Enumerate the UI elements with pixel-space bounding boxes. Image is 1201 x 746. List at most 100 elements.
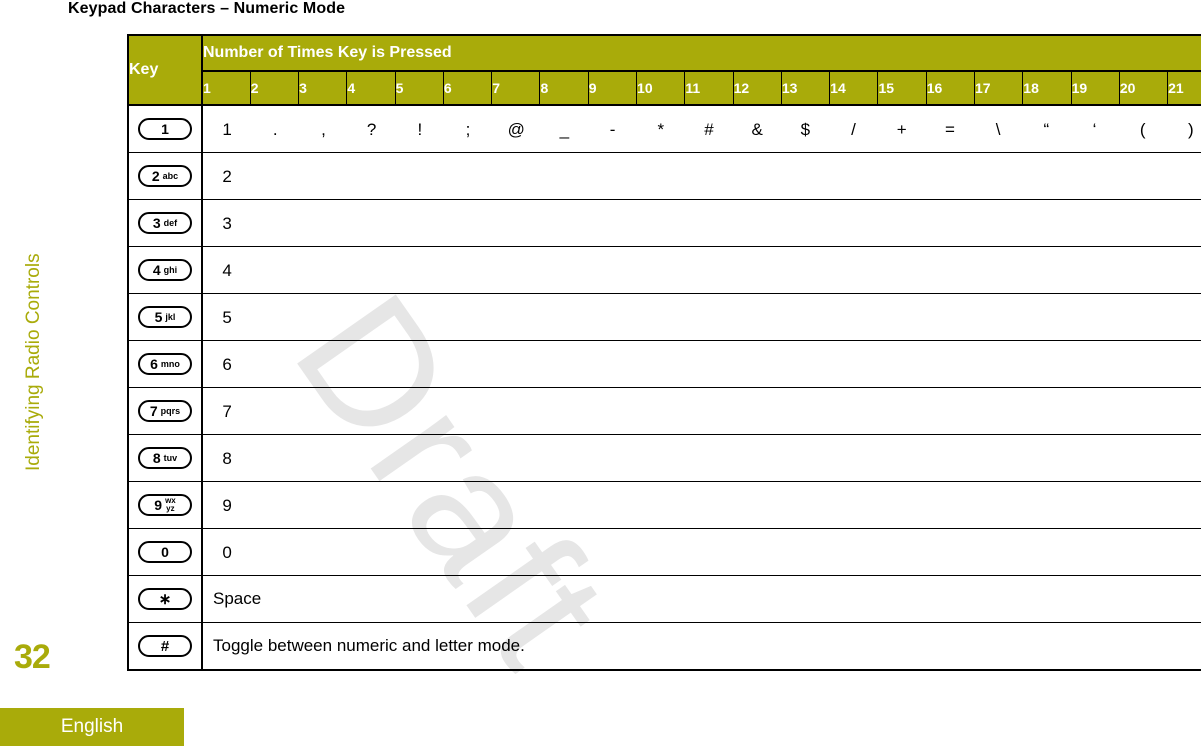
header-press-11: 11: [684, 70, 734, 106]
character-press-11: [685, 403, 733, 420]
key-0-icon: 0: [138, 541, 192, 563]
header-press-19: 19: [1070, 70, 1120, 106]
character-press-10: [637, 403, 685, 420]
header-row-top: Key Number of Times Key is Pressed: [127, 34, 1201, 106]
character-list: 3: [203, 215, 1201, 232]
character-press-10: [637, 215, 685, 232]
key-digit: 7: [149, 403, 158, 419]
character-press-10: [637, 262, 685, 279]
character-press-10: [637, 497, 685, 514]
character-press-6: [444, 168, 492, 185]
key-digit: 6: [150, 356, 158, 372]
table-row: 5 jkl 5: [127, 293, 1201, 341]
character-list: 7: [203, 403, 1201, 420]
header-press-count-group: Number of Times Key is Pressed: [201, 34, 1201, 72]
character-press-21: [1167, 497, 1201, 514]
header-press-20: 20: [1118, 70, 1169, 106]
key-1-icon: 1: [138, 118, 192, 140]
character-press-8: [540, 497, 588, 514]
character-press-13: [781, 450, 829, 467]
character-press-4: [348, 544, 396, 561]
character-press-2: [251, 168, 299, 185]
character-press-13: [781, 544, 829, 561]
character-press-16: =: [944, 119, 955, 139]
character-press-2: [251, 262, 299, 279]
character-press-8: [540, 544, 588, 561]
character-press-19: [1070, 450, 1118, 467]
character-press-10: [637, 356, 685, 373]
character-press-20: [1119, 168, 1167, 185]
character-press-19: [1070, 497, 1118, 514]
character-press-3: [299, 450, 347, 467]
character-press-18: [1022, 544, 1070, 561]
character-press-3: ,: [321, 119, 326, 139]
character-press-21: [1167, 262, 1201, 279]
character-press-18: “: [1043, 119, 1050, 139]
character-press-8: _: [559, 119, 570, 139]
character-press-7: [492, 262, 540, 279]
key-digit: 1: [161, 121, 169, 137]
character-press-13: $: [800, 119, 811, 139]
character-press-18: [1022, 262, 1070, 279]
character-press-6: ;: [465, 119, 471, 139]
cell-key-2: 2 abc: [127, 152, 203, 200]
language-tab[interactable]: English: [0, 708, 184, 746]
cell-key-7: 7 pqrs: [127, 387, 203, 435]
cell-characters: 8: [202, 434, 1201, 482]
cell-characters: 4: [202, 246, 1201, 294]
keypad-table: Key Number of Times Key is Pressed 12345…: [127, 34, 1201, 671]
header-press-15: 15: [877, 70, 927, 106]
cell-description: Space: [213, 589, 262, 608]
key-star-icon: ∗: [138, 588, 192, 610]
character-press-6: [444, 450, 492, 467]
character-press-14: /: [851, 119, 856, 139]
character-press-10: [637, 450, 685, 467]
character-list: 6: [203, 356, 1201, 373]
header-press-4: 4: [346, 70, 396, 106]
character-press-16: [926, 403, 974, 420]
chapter-label: Identifying Radio Controls: [23, 253, 44, 471]
character-press-18: [1022, 450, 1070, 467]
table-row: 3 def 3: [127, 199, 1201, 247]
key-letters: tuv: [163, 452, 178, 463]
character-press-21: [1167, 450, 1201, 467]
header-press-21: 21: [1167, 70, 1201, 106]
character-press-12: [733, 497, 781, 514]
header-key: Key: [127, 34, 203, 106]
character-list: 5: [203, 309, 1201, 326]
character-press-9: [589, 544, 637, 561]
character-press-21: ): [1188, 119, 1194, 139]
header-press-2: 2: [249, 70, 300, 106]
key-letters: mno: [160, 358, 180, 369]
character-press-15: [878, 544, 926, 561]
character-press-4: [348, 497, 396, 514]
key-6-icon: 6 mno: [138, 353, 192, 375]
page-title: Keypad Characters – Numeric Mode: [68, 0, 346, 17]
character-press-14: [829, 403, 877, 420]
sidebar: Identifying Radio Controls 32 English: [0, 0, 184, 746]
character-press-5: [396, 215, 444, 232]
character-press-12: [733, 309, 781, 326]
key-digit: 2: [151, 168, 160, 184]
character-press-7: [492, 309, 540, 326]
key-digit: 0: [161, 544, 169, 560]
character-press-20: [1119, 403, 1167, 420]
cell-characters: Space: [202, 575, 1201, 623]
character-press-20: [1119, 544, 1167, 561]
character-press-12: [733, 450, 781, 467]
character-press-8: [540, 168, 588, 185]
table-row: # Toggle between numeric and letter mode.: [127, 622, 1201, 671]
header-press-7: 7: [491, 70, 541, 106]
character-press-10: *: [657, 119, 665, 139]
character-press-12: [733, 168, 781, 185]
character-press-18: [1022, 403, 1070, 420]
header-row-counts: 1 2 3 4 5 6 7 8 9 10 11 12 13 14 15 16 17 18 19 20 21: [128, 70, 1201, 106]
cell-characters: 1.,?!; @ _ - * # & $ / + = \ “ ‘ (): [202, 105, 1201, 153]
character-press-9: [589, 215, 637, 232]
character-press-19: [1070, 215, 1118, 232]
character-press-19: ‘: [1092, 119, 1097, 139]
character-press-12: [733, 403, 781, 420]
table-row: 6 mno 6: [127, 340, 1201, 388]
character-press-15: [878, 497, 926, 514]
character-press-1: 2: [222, 166, 232, 186]
